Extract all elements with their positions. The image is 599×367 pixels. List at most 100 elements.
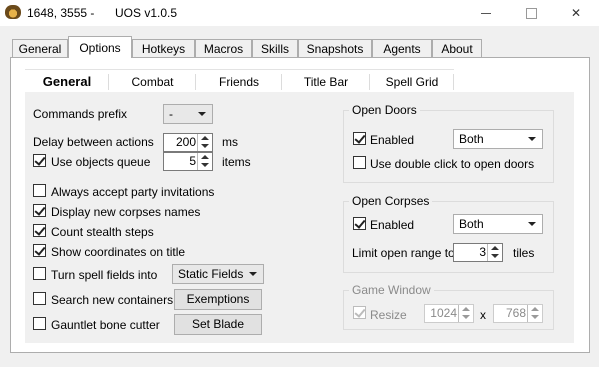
double-click-doors-checkbox[interactable] xyxy=(353,156,366,169)
gauntlet-label: Gauntlet bone cutter xyxy=(51,318,160,332)
tab-macros[interactable]: Macros xyxy=(195,39,252,57)
app-logo-icon xyxy=(5,5,21,19)
always-accept-party-checkbox[interactable] xyxy=(33,184,46,197)
tab-skills[interactable]: Skills xyxy=(252,39,298,57)
arrow-up-icon xyxy=(462,307,470,311)
arrow-up-icon xyxy=(201,155,209,159)
subtab-title-bar-label: Title Bar xyxy=(303,75,349,89)
subtab-friends[interactable]: Friends xyxy=(196,69,282,93)
commands-prefix-select[interactable]: - xyxy=(163,104,213,124)
resize-label: Resize xyxy=(370,308,407,322)
objects-queue-unit: items xyxy=(222,155,251,169)
subtab-general[interactable]: General xyxy=(25,69,109,93)
window-height-stepper[interactable]: 768 xyxy=(493,304,543,323)
delay-unit: ms xyxy=(222,135,238,149)
tab-about[interactable]: About xyxy=(432,39,482,57)
window-title: UOS v1.0.5 xyxy=(115,6,178,20)
spell-fields-value: Static Fields xyxy=(178,267,244,281)
chevron-down-icon xyxy=(249,272,257,276)
arrow-up-icon xyxy=(531,307,539,311)
maximize-button[interactable] xyxy=(508,0,554,26)
window-height-stepper-buttons[interactable] xyxy=(527,305,542,322)
always-accept-party-label: Always accept party invitations xyxy=(51,185,215,199)
maximize-icon xyxy=(525,8,537,20)
arrow-up-icon xyxy=(491,246,499,250)
objects-queue-stepper[interactable]: 5 xyxy=(163,152,213,171)
subtab-general-label: General xyxy=(42,74,92,89)
close-button[interactable]: ✕ xyxy=(553,0,599,26)
arrow-down-icon xyxy=(462,315,470,319)
gauntlet-checkbox[interactable] xyxy=(33,317,46,330)
use-objects-queue-checkbox[interactable] xyxy=(33,154,46,167)
open-corpses-enabled-label: Enabled xyxy=(370,218,415,232)
set-blade-button[interactable]: Set Blade xyxy=(174,314,262,335)
window-height-value: 768 xyxy=(505,306,526,320)
search-containers-checkbox[interactable] xyxy=(33,292,46,305)
arrow-down-icon xyxy=(201,144,209,148)
title-bar[interactable]: 1648, 3555 - UOS v1.0.5 ✕ xyxy=(0,0,599,26)
close-icon: ✕ xyxy=(570,6,582,20)
subtab-combat-label: Combat xyxy=(131,75,174,89)
limit-range-value: 3 xyxy=(479,245,486,259)
open-corpses-title: Open Corpses xyxy=(349,194,433,208)
exemptions-button[interactable]: Exemptions xyxy=(174,289,262,310)
double-click-doors-label: Use double click to open doors xyxy=(370,157,535,171)
arrow-down-icon xyxy=(531,315,539,319)
window-width-value: 1024 xyxy=(430,306,457,320)
use-objects-queue-label: Use objects queue xyxy=(51,155,151,169)
delay-value: 200 xyxy=(175,135,196,149)
commands-prefix-value: - xyxy=(169,107,173,121)
minimize-button[interactable] xyxy=(463,0,509,26)
count-stealth-checkbox[interactable] xyxy=(33,224,46,237)
window-width-stepper[interactable]: 1024 xyxy=(424,304,474,323)
tab-general[interactable]: General xyxy=(12,39,68,57)
subtab-combat[interactable]: Combat xyxy=(109,69,196,93)
open-doors-enabled-checkbox[interactable] xyxy=(353,132,366,145)
open-corpses-mode-value: Both xyxy=(459,217,484,231)
limit-range-label: Limit open range to xyxy=(352,246,455,260)
display-corpses-checkbox[interactable] xyxy=(33,204,46,217)
open-corpses-enabled-checkbox[interactable] xyxy=(353,217,366,230)
turn-spell-fields-checkbox[interactable] xyxy=(33,267,46,280)
open-doors-mode-select[interactable]: Both xyxy=(453,129,543,149)
display-corpses-label: Display new corpses names xyxy=(51,205,201,219)
show-coords-checkbox[interactable] xyxy=(33,244,46,257)
open-doors-title: Open Doors xyxy=(349,103,420,117)
turn-spell-fields-label: Turn spell fields into xyxy=(51,268,158,282)
search-containers-label: Search new containers xyxy=(51,293,174,307)
limit-range-unit: tiles xyxy=(513,246,535,260)
objects-queue-value: 5 xyxy=(189,154,196,168)
chevron-down-icon xyxy=(528,137,536,141)
count-stealth-label: Count stealth steps xyxy=(51,225,154,239)
resize-checkbox[interactable] xyxy=(353,306,366,319)
open-corpses-mode-select[interactable]: Both xyxy=(453,214,543,234)
open-doors-enabled-label: Enabled xyxy=(370,133,415,147)
game-window-title: Game Window xyxy=(349,283,434,297)
spell-fields-select[interactable]: Static Fields xyxy=(172,264,264,284)
show-coords-label: Show coordinates on title xyxy=(51,245,186,259)
tab-agents[interactable]: Agents xyxy=(372,39,432,57)
arrow-down-icon xyxy=(201,163,209,167)
subtab-spell-grid-label: Spell Grid xyxy=(385,75,439,89)
arrow-down-icon xyxy=(491,254,499,258)
delay-stepper-buttons[interactable] xyxy=(197,134,212,151)
chevron-down-icon xyxy=(198,112,206,116)
tab-snapshots[interactable]: Snapshots xyxy=(298,39,372,57)
open-corpses-group xyxy=(343,201,554,273)
limit-range-stepper[interactable]: 3 xyxy=(453,243,503,262)
objects-queue-stepper-buttons[interactable] xyxy=(197,153,212,170)
minimize-icon xyxy=(481,13,491,15)
chevron-down-icon xyxy=(528,222,536,226)
window-width-stepper-buttons[interactable] xyxy=(458,305,473,322)
arrow-up-icon xyxy=(201,136,209,140)
subtab-friends-label: Friends xyxy=(218,75,259,89)
limit-range-stepper-buttons[interactable] xyxy=(487,244,502,261)
open-doors-mode-value: Both xyxy=(459,132,484,146)
tab-hotkeys[interactable]: Hotkeys xyxy=(132,39,195,57)
delay-stepper[interactable]: 200 xyxy=(163,133,213,152)
tab-options[interactable]: Options xyxy=(68,36,132,58)
subtab-title-bar[interactable]: Title Bar xyxy=(282,69,370,93)
delay-label: Delay between actions xyxy=(33,135,154,149)
subtab-spell-grid[interactable]: Spell Grid xyxy=(370,69,454,93)
dimension-separator: x xyxy=(480,308,486,322)
